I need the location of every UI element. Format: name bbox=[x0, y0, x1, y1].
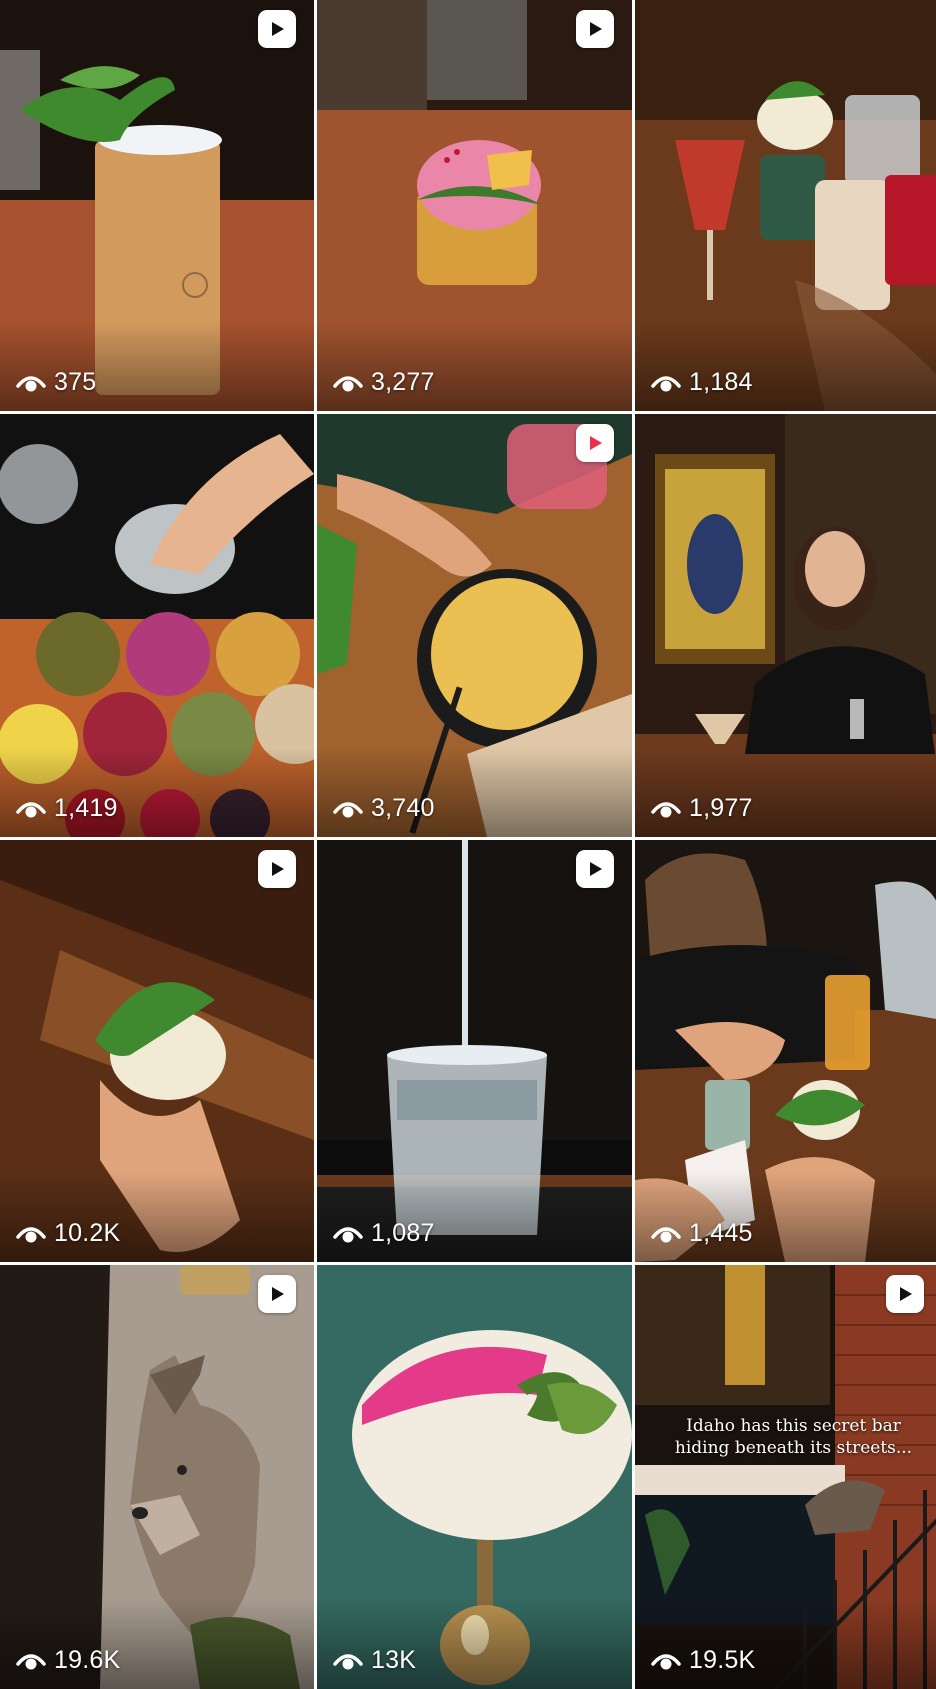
grid-tile[interactable]: 10.2K bbox=[0, 840, 314, 1262]
view-count: 1,184 bbox=[651, 368, 753, 397]
grid-tile[interactable]: 3,740 bbox=[317, 414, 632, 837]
reel-play-icon bbox=[886, 1275, 924, 1313]
view-count-label: 1,087 bbox=[371, 1219, 435, 1247]
bottom-gradient bbox=[0, 1172, 314, 1262]
eye-icon bbox=[651, 801, 681, 817]
view-count-label: 375 bbox=[54, 368, 97, 396]
bottom-gradient bbox=[635, 747, 936, 837]
view-count: 375 bbox=[16, 368, 96, 397]
eye-icon bbox=[16, 801, 46, 817]
bottom-gradient bbox=[317, 1172, 632, 1262]
eye-icon bbox=[651, 375, 681, 391]
view-count: 19.6K bbox=[16, 1646, 120, 1675]
grid-tile[interactable]: 1,977 bbox=[635, 414, 936, 837]
bottom-gradient bbox=[317, 747, 632, 837]
eye-icon bbox=[333, 801, 363, 817]
grid-tile[interactable]: 13K bbox=[317, 1265, 632, 1689]
eye-icon bbox=[16, 375, 46, 391]
view-count: 13K bbox=[333, 1646, 416, 1675]
reel-play-icon bbox=[258, 850, 296, 888]
bottom-gradient bbox=[317, 321, 632, 411]
view-count-label: 3,740 bbox=[371, 794, 435, 822]
grid-tile[interactable]: 1,419 bbox=[0, 414, 314, 837]
grid-tile[interactable]: 1,445 bbox=[635, 840, 936, 1262]
grid-tile[interactable]: 1,087 bbox=[317, 840, 632, 1262]
bottom-gradient bbox=[635, 1172, 936, 1262]
view-count: 1,087 bbox=[333, 1219, 435, 1248]
reel-play-icon bbox=[258, 10, 296, 48]
bottom-gradient bbox=[0, 321, 314, 411]
view-count: 1,977 bbox=[651, 794, 753, 823]
grid-tile[interactable]: 3,277 bbox=[317, 0, 632, 411]
grid-tile[interactable]: 19.6K bbox=[0, 1265, 314, 1689]
view-count-label: 10.2K bbox=[54, 1219, 121, 1247]
view-count: 10.2K bbox=[16, 1219, 120, 1248]
reel-play-icon bbox=[576, 10, 614, 48]
reel-play-icon bbox=[576, 424, 614, 462]
view-count-label: 1,977 bbox=[689, 794, 753, 822]
grid-tile[interactable]: 1,184 bbox=[635, 0, 936, 411]
view-count: 3,740 bbox=[333, 794, 435, 823]
eye-icon bbox=[16, 1226, 46, 1242]
bottom-gradient bbox=[635, 1599, 936, 1689]
view-count: 1,419 bbox=[16, 794, 118, 823]
bottom-gradient bbox=[0, 1599, 314, 1689]
view-count-label: 1,184 bbox=[689, 368, 753, 396]
eye-icon bbox=[333, 1226, 363, 1242]
view-count-label: 1,445 bbox=[689, 1219, 753, 1247]
view-count: 1,445 bbox=[651, 1219, 753, 1248]
bottom-gradient bbox=[635, 321, 936, 411]
reel-play-icon bbox=[258, 1275, 296, 1313]
view-count-label: 3,277 bbox=[371, 368, 435, 396]
bottom-gradient bbox=[0, 747, 314, 837]
eye-icon bbox=[333, 1653, 363, 1669]
reel-play-icon bbox=[576, 850, 614, 888]
view-count: 3,277 bbox=[333, 368, 435, 397]
view-count-label: 19.6K bbox=[54, 1646, 121, 1674]
eye-icon bbox=[333, 375, 363, 391]
eye-icon bbox=[651, 1653, 681, 1669]
view-count-label: 19.5K bbox=[689, 1646, 756, 1674]
bottom-gradient bbox=[317, 1599, 632, 1689]
eye-icon bbox=[16, 1653, 46, 1669]
media-grid: 375 3,277 1,184 1,419 3,740 1,977 10.2K … bbox=[0, 0, 936, 1689]
video-caption-overlay: Idaho has this secret bar hiding beneath… bbox=[674, 1416, 913, 1458]
eye-icon bbox=[651, 1226, 681, 1242]
grid-tile[interactable]: 375 bbox=[0, 0, 314, 411]
view-count-label: 1,419 bbox=[54, 794, 118, 822]
view-count-label: 13K bbox=[371, 1646, 417, 1674]
view-count: 19.5K bbox=[651, 1646, 755, 1675]
grid-tile[interactable]: Idaho has this secret bar hiding beneath… bbox=[635, 1265, 936, 1689]
